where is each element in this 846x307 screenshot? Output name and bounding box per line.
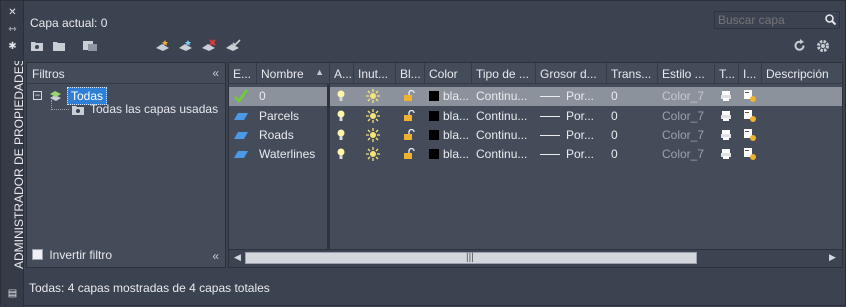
col-transparency[interactable]: Trans... [607, 63, 658, 84]
layer-row[interactable]: Waterlines bla... Continu... Por... 0 Co… [229, 145, 842, 167]
new-layer-icon[interactable] [155, 39, 171, 52]
layer-plot-style: Color_7 [662, 89, 705, 103]
grip-icon: ||| [466, 252, 474, 263]
layer-name[interactable]: Waterlines [257, 145, 327, 164]
invert-filter-label: Invertir filtro [49, 248, 113, 262]
layer-transparency[interactable]: 0 [607, 145, 658, 164]
layer-row[interactable]: 0 bla... Continu... Por... 0 Color_7 [229, 87, 842, 108]
new-vp-freeze-icon[interactable] [743, 147, 757, 166]
col-status[interactable]: E... [229, 63, 257, 84]
col-on[interactable]: A... [330, 63, 354, 84]
new-group-filter-icon[interactable] [52, 39, 66, 52]
sort-asc-icon: ▲ [315, 67, 324, 77]
horizontal-scrollbar[interactable]: ◀ ||| ▶ [229, 249, 842, 267]
current-layer-label: Capa actual: 0 [30, 16, 108, 30]
filter-tree-used[interactable]: Todas las capas usadas [90, 102, 218, 116]
search-layer-input[interactable] [714, 11, 840, 29]
close-icon[interactable]: ✕ [7, 7, 18, 18]
palette-grip-icon[interactable]: ▤ [7, 288, 18, 299]
new-property-filter-icon[interactable] [30, 39, 44, 52]
layer-lineweight[interactable]: Por... [536, 145, 607, 164]
col-lineweight[interactable]: Grosor d... [536, 63, 607, 84]
set-current-icon[interactable] [225, 39, 241, 52]
layer-name[interactable]: Roads [257, 126, 327, 145]
refresh-icon[interactable] [793, 39, 806, 52]
frozen-column-divider[interactable] [327, 84, 330, 249]
layer-color[interactable]: bla... [425, 107, 472, 126]
color-swatch [429, 111, 439, 121]
layer-row[interactable]: Parcels bla... Continu... Por... 0 Color… [229, 107, 842, 127]
layer-grid: E... Nombre ▲ A... Inut... Bl... Color Ti… [228, 62, 843, 268]
new-layer-vp-frozen-icon[interactable] [178, 39, 194, 52]
layer-transparency[interactable]: 0 [607, 126, 658, 145]
layer-linetype[interactable]: Continu... [472, 145, 536, 164]
layer-name[interactable]: Parcels [257, 107, 327, 126]
layer-states-manager-icon[interactable] [82, 39, 98, 52]
invert-filter-row: Invertir filtro « [26, 246, 226, 268]
color-swatch [429, 91, 439, 101]
col-new-vp-freeze[interactable]: I... [739, 63, 762, 84]
autohide-icon[interactable]: ⇿ [7, 24, 18, 35]
layer-properties-manager: ✕ ⇿ ✱ ADMINISTRADOR DE PROPIEDADES DE...… [0, 0, 846, 307]
col-plot[interactable]: T... [715, 63, 739, 84]
properties-icon[interactable]: ✱ [7, 41, 18, 52]
layer-linetype[interactable]: Continu... [472, 107, 536, 126]
layer-plot-style: Color_7 [662, 109, 705, 123]
filters-panel: Filtros « − Todas Todas las capas usadas [26, 62, 226, 268]
tree-collapse-toggle[interactable]: − [33, 91, 42, 100]
col-description[interactable]: Descripción [762, 63, 842, 84]
layer-color[interactable]: bla... [425, 126, 472, 145]
color-swatch [429, 130, 439, 140]
layer-transparency[interactable]: 0 [607, 107, 658, 126]
sun-thawed-icon[interactable] [365, 146, 381, 165]
color-swatch [429, 149, 439, 159]
collapse-filters-icon[interactable]: « [212, 66, 219, 80]
layer-lineweight[interactable]: Por... [536, 126, 607, 145]
sun-thawed-icon[interactable] [365, 108, 381, 127]
layer-color[interactable]: bla... [425, 145, 472, 164]
col-lock[interactable]: Bl... [396, 63, 425, 84]
layer-color[interactable]: bla... [425, 87, 472, 106]
scrollbar-thumb[interactable]: ||| [245, 252, 697, 264]
layer-plot-style: Color_7 [662, 128, 705, 142]
col-linetype[interactable]: Tipo de ... [472, 63, 536, 84]
lightbulb-on-icon[interactable] [337, 148, 345, 167]
scroll-right-arrow-icon[interactable]: ▶ [829, 252, 836, 263]
layer-name[interactable]: 0 [257, 87, 327, 106]
invert-filter-checkbox[interactable] [32, 249, 43, 261]
palette-title-bar[interactable]: ✕ ⇿ ✱ ADMINISTRADOR DE PROPIEDADES DE...… [1, 1, 24, 307]
filters-header: Filtros [32, 67, 65, 81]
search-icon[interactable] [825, 14, 836, 25]
layer-linetype[interactable]: Continu... [472, 87, 536, 106]
col-plot-style[interactable]: Estilo ... [658, 63, 715, 84]
new-vp-freeze-icon[interactable] [743, 89, 757, 108]
sun-thawed-icon[interactable] [365, 127, 381, 146]
layer-icon[interactable] [233, 148, 249, 167]
current-check-icon[interactable] [233, 88, 249, 107]
settings-gear-icon[interactable] [816, 39, 830, 52]
unlocked-icon[interactable] [403, 148, 415, 167]
layer-linetype[interactable]: Continu... [472, 126, 536, 145]
layer-lineweight[interactable]: Por... [536, 87, 607, 106]
scroll-left-arrow-icon[interactable]: ◀ [234, 252, 241, 263]
palette-title: ADMINISTRADOR DE PROPIEDADES DE... [12, 61, 24, 269]
layer-row[interactable]: Roads bla... Continu... Por... 0 Color_7 [229, 126, 842, 146]
sun-thawed-icon[interactable] [365, 88, 381, 107]
printer-icon[interactable] [720, 148, 732, 167]
col-name[interactable]: Nombre ▲ [257, 63, 330, 84]
col-color[interactable]: Color [425, 63, 472, 84]
collapse-invert-icon[interactable]: « [212, 249, 219, 263]
col-freeze[interactable]: Inut... [354, 63, 396, 84]
layer-transparency[interactable]: 0 [607, 87, 658, 106]
filter-tree: − Todas Todas las capas usadas [27, 84, 225, 244]
layer-lineweight[interactable]: Por... [536, 107, 607, 126]
status-bar: Todas: 4 capas mostradas de 4 capas tota… [29, 281, 270, 295]
layer-plot-style: Color_7 [662, 147, 705, 161]
used-layers-filter-icon [72, 106, 84, 115]
grid-header: E... Nombre ▲ A... Inut... Bl... Color Ti… [229, 63, 842, 84]
delete-layer-icon[interactable] [201, 39, 217, 52]
